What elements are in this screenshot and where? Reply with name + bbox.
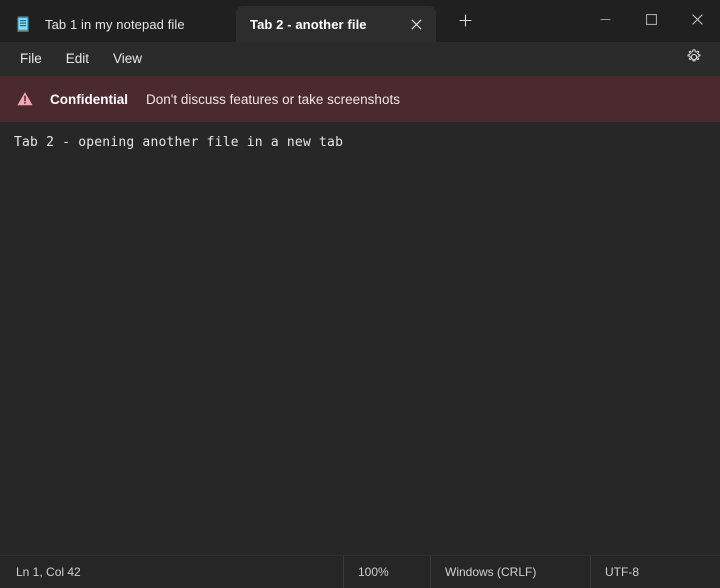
editor-content: Tab 2 - opening another file in a new ta… (14, 135, 344, 150)
menu-file[interactable]: File (8, 47, 54, 71)
maximize-icon (645, 12, 657, 30)
minimize-icon (600, 12, 611, 30)
close-button[interactable] (674, 0, 720, 42)
menu-edit[interactable]: Edit (54, 47, 101, 71)
tab-2-label: Tab 2 - another file (250, 16, 367, 32)
window-controls (582, 0, 720, 42)
banner-message: Don't discuss features or take screensho… (146, 91, 400, 107)
gear-icon (686, 48, 702, 70)
new-tab-button[interactable] (448, 6, 482, 40)
banner-title: Confidential (50, 91, 128, 107)
text-editor-area[interactable]: Tab 2 - opening another file in a new ta… (0, 122, 720, 555)
status-line-ending[interactable]: Windows (CRLF) (430, 556, 590, 588)
warning-triangle-icon (16, 90, 34, 108)
tab-1-label: Tab 1 in my notepad file (45, 16, 185, 32)
notepad-window: Tab 1 in my notepad file Tab 2 - another… (0, 0, 720, 588)
menu-bar: File Edit View (0, 42, 720, 76)
plus-icon (459, 14, 472, 32)
tab-1[interactable]: Tab 1 in my notepad file (0, 6, 236, 42)
settings-button[interactable] (678, 45, 710, 73)
title-bar: Tab 1 in my notepad file Tab 2 - another… (0, 0, 720, 42)
tab-2[interactable]: Tab 2 - another file (236, 6, 436, 42)
confidential-banner: Confidential Don't discuss features or t… (0, 76, 720, 122)
minimize-button[interactable] (582, 0, 628, 42)
close-icon[interactable] (402, 10, 430, 38)
notepad-icon (14, 15, 32, 33)
status-cursor-position[interactable]: Ln 1, Col 42 (0, 556, 343, 588)
menu-view[interactable]: View (101, 47, 154, 71)
status-encoding[interactable]: UTF-8 (590, 556, 720, 588)
maximize-button[interactable] (628, 0, 674, 42)
close-icon (691, 12, 703, 30)
status-zoom-level[interactable]: 100% (343, 556, 430, 588)
status-bar: Ln 1, Col 42 100% Windows (CRLF) UTF-8 (0, 555, 720, 588)
